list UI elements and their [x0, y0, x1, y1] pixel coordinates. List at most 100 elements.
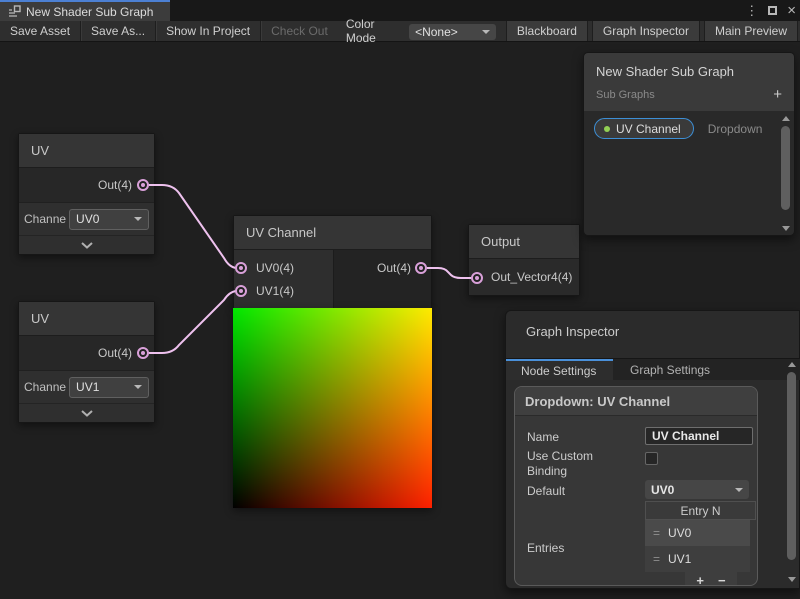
- chevron-down-icon: [81, 410, 93, 417]
- tab-node-settings[interactable]: Node Settings: [506, 359, 613, 380]
- entry-row-uv0[interactable]: = UV0: [645, 520, 750, 546]
- entries-label: Entries: [527, 541, 564, 555]
- use-custom-binding-checkbox[interactable]: [645, 452, 658, 465]
- property-type-label: Dropdown: [708, 122, 763, 136]
- scroll-down-icon[interactable]: [782, 226, 790, 231]
- add-property-button[interactable]: +: [773, 87, 782, 102]
- exposed-dot-icon: [604, 126, 610, 132]
- drag-handle-icon[interactable]: =: [653, 552, 660, 566]
- uv-channel-inputs: UV0(4) UV1(4): [234, 250, 334, 308]
- maximize-icon[interactable]: [768, 6, 777, 15]
- blackboard-header: New Shader Sub Graph Sub Graphs +: [584, 53, 794, 111]
- save-as-button[interactable]: Save As...: [81, 21, 156, 41]
- chevron-down-icon: [81, 242, 93, 249]
- uv-channel-input-uv1-port[interactable]: [235, 285, 247, 297]
- inspector-body: Dropdown: UV Channel Name Use Custom Bin…: [506, 380, 800, 588]
- close-icon[interactable]: ×: [787, 3, 796, 18]
- uv-channel-node[interactable]: UV Channel UV0(4) UV1(4) Out(4): [233, 215, 432, 309]
- entry-row-uv1[interactable]: = UV1: [645, 546, 750, 572]
- output-node[interactable]: Output Out_Vector4(4): [468, 224, 580, 296]
- dropdown-settings-box: Dropdown: UV Channel Name Use Custom Bin…: [514, 386, 758, 586]
- show-in-project-button[interactable]: Show In Project: [156, 21, 261, 41]
- tab-graph-settings[interactable]: Graph Settings: [613, 359, 727, 380]
- uv-node-2-collapse-button[interactable]: [19, 403, 154, 422]
- color-mode-label: Color Mode: [338, 21, 409, 41]
- uv-node-2-title[interactable]: UV: [19, 302, 154, 336]
- uv-node-1-title[interactable]: UV: [19, 134, 154, 168]
- uv-channel-node-body: UV0(4) UV1(4) Out(4): [234, 250, 431, 308]
- uv-node-1-channel-row: Channe UV0: [19, 202, 154, 235]
- uv-node-1-channel-label: Channe: [24, 212, 66, 226]
- blackboard-title: New Shader Sub Graph: [596, 64, 782, 79]
- chevron-down-icon: [482, 30, 490, 34]
- blackboard-subtitle: Sub Graphs: [596, 89, 773, 101]
- graph-inspector-title: Graph Inspector: [506, 311, 799, 339]
- output-node-in-port[interactable]: [471, 272, 483, 284]
- uv-node-2-channel-row: Channe UV1: [19, 370, 154, 403]
- entry-list-header: Entry N: [645, 501, 756, 520]
- uv-channel-node-title[interactable]: UV Channel: [234, 216, 431, 250]
- blackboard-content: UV Channel Dropdown: [584, 111, 794, 236]
- scroll-down-icon[interactable]: [788, 577, 796, 582]
- entry-list-footer: + −: [685, 572, 737, 586]
- chevron-down-icon: [735, 488, 743, 492]
- blackboard-panel[interactable]: New Shader Sub Graph Sub Graphs + UV Cha…: [583, 52, 795, 236]
- scroll-up-icon[interactable]: [788, 362, 796, 367]
- inspector-tabs: Node Settings Graph Settings: [506, 358, 800, 380]
- color-mode-dropdown[interactable]: <None>: [409, 24, 496, 40]
- check-out-button: Check Out: [261, 21, 338, 41]
- uv-channel-input-uv0-label: UV0(4): [234, 256, 333, 279]
- graph-inspector-panel[interactable]: Graph Inspector Node Settings Graph Sett…: [505, 310, 800, 589]
- uv-node-2-out-label: Out(4): [19, 336, 154, 370]
- add-entry-button[interactable]: +: [696, 573, 704, 587]
- save-asset-button[interactable]: Save Asset: [0, 21, 81, 41]
- uv-channel-property-pill[interactable]: UV Channel: [594, 118, 694, 139]
- uv-channel-input-uv1-label: UV1(4): [234, 279, 333, 302]
- blackboard-property-row[interactable]: UV Channel Dropdown: [584, 111, 794, 146]
- uv-node-1-out-label: Out(4): [19, 168, 154, 202]
- subgraph-icon: [8, 5, 21, 18]
- output-node-port-label: Out_Vector4(4): [469, 259, 579, 295]
- uv-node-1-channel-dropdown[interactable]: UV0: [69, 209, 149, 230]
- dropdown-section-title: Dropdown: UV Channel: [515, 387, 757, 416]
- default-label: Default: [527, 484, 565, 498]
- name-label: Name: [527, 430, 559, 444]
- toolbar: Save Asset Save As... Show In Project Ch…: [0, 21, 800, 42]
- inspector-scrollbar[interactable]: [785, 359, 798, 585]
- document-tab-title: New Shader Sub Graph: [26, 5, 153, 19]
- uv-channel-out-port[interactable]: [415, 262, 427, 274]
- uv-node-1-collapse-button[interactable]: [19, 235, 154, 254]
- graph-inspector-toggle-button[interactable]: Graph Inspector: [592, 21, 700, 41]
- uv-channel-out-label: Out(4): [334, 250, 431, 308]
- use-custom-binding-label: Use Custom Binding: [527, 449, 619, 479]
- uv-channel-input-uv0-port[interactable]: [235, 262, 247, 274]
- uv-node-2-channel-dropdown[interactable]: UV1: [69, 377, 149, 398]
- blackboard-toggle-button[interactable]: Blackboard: [506, 21, 588, 41]
- kebab-menu-icon[interactable]: ⋮: [745, 4, 758, 17]
- scrollbar-thumb[interactable]: [781, 126, 790, 210]
- name-input[interactable]: [645, 427, 753, 445]
- remove-entry-button[interactable]: −: [718, 573, 726, 587]
- main-preview-toggle-button[interactable]: Main Preview: [704, 21, 798, 41]
- output-node-title[interactable]: Output: [469, 225, 579, 259]
- uv-channel-preview-gradient: [233, 308, 432, 508]
- color-mode-value: <None>: [415, 25, 482, 39]
- uv-node-2-channel-label: Channe: [24, 380, 66, 394]
- scroll-up-icon[interactable]: [782, 116, 790, 121]
- chevron-down-icon: [134, 217, 142, 221]
- blackboard-scrollbar[interactable]: [779, 113, 792, 234]
- window-controls: ⋮ ×: [745, 0, 796, 21]
- drag-handle-icon[interactable]: =: [653, 526, 660, 540]
- shader-graph-window: New Shader Sub Graph ⋮ × Save Asset Save…: [0, 0, 800, 599]
- uv-node-2[interactable]: UV Out(4) Channe UV1: [18, 301, 155, 423]
- uv-node-2-out-port[interactable]: [137, 347, 149, 359]
- uv-node-1[interactable]: UV Out(4) Channe UV0: [18, 133, 155, 255]
- uv-node-1-out-port[interactable]: [137, 179, 149, 191]
- graph-canvas[interactable]: UV Out(4) Channe UV0 UV Out(4) Channe: [0, 42, 800, 599]
- scrollbar-track[interactable]: [781, 124, 790, 223]
- default-dropdown[interactable]: UV0: [645, 480, 749, 499]
- document-tab[interactable]: New Shader Sub Graph: [0, 0, 170, 21]
- scrollbar-track[interactable]: [787, 370, 796, 574]
- chevron-down-icon: [134, 385, 142, 389]
- scrollbar-thumb[interactable]: [787, 372, 796, 560]
